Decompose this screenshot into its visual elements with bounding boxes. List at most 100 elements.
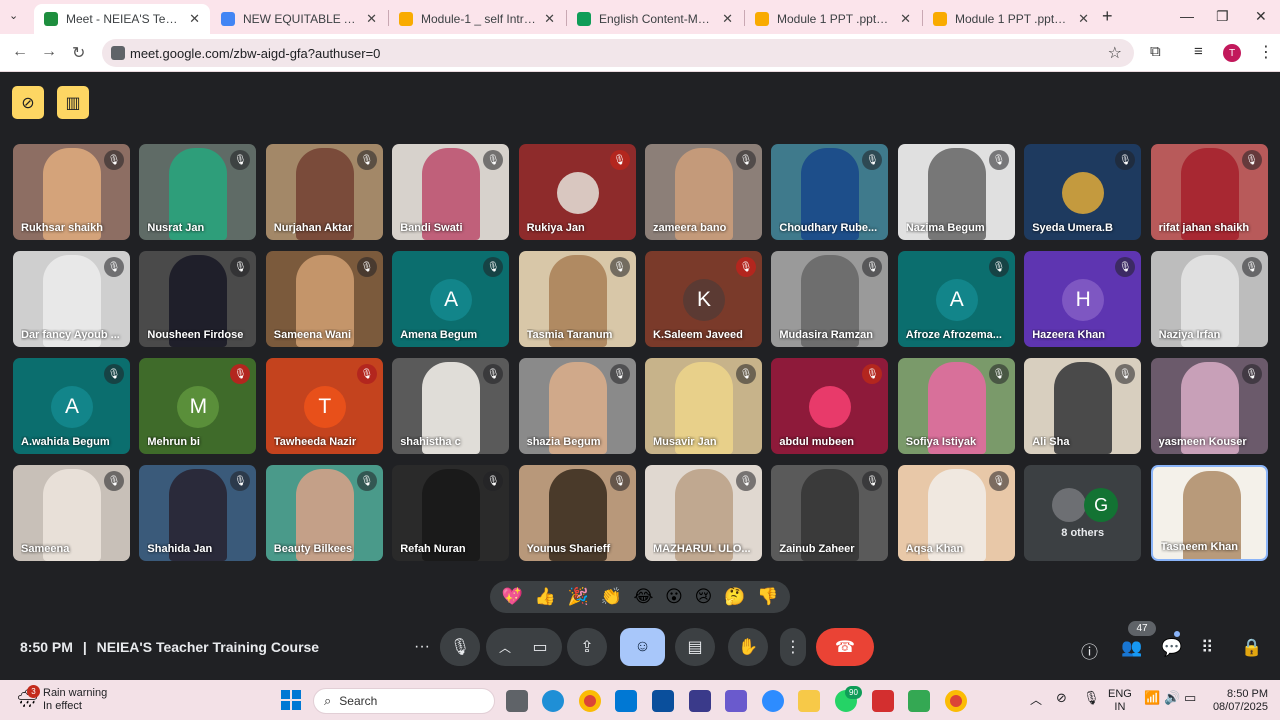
participant-tile[interactable]: 🎙 zameera bano xyxy=(645,144,762,240)
raise-hand-button[interactable]: ✋ xyxy=(728,628,768,666)
participant-tile[interactable]: 🎙 Nusrat Jan xyxy=(139,144,257,240)
edge-icon[interactable] xyxy=(542,690,564,712)
mail-icon[interactable] xyxy=(652,690,674,712)
participant-tile[interactable]: 🎙 Younus Sharieff xyxy=(518,465,636,561)
present-screen-button[interactable]: ⇪ xyxy=(567,628,607,666)
participant-tile[interactable]: H 🎙 Hazeera Khan xyxy=(1024,251,1142,347)
participant-tile[interactable]: 🎙 Rukhsar shaikh xyxy=(13,144,130,240)
chrome-active-icon[interactable] xyxy=(945,690,967,712)
reaction-emoji[interactable]: 🤔 xyxy=(724,587,745,607)
more-options-button[interactable]: ⋮ xyxy=(780,628,806,666)
participant-tile[interactable]: 🎙 Shahida Jan xyxy=(139,465,257,561)
volume-icon[interactable]: 🔊 xyxy=(1164,690,1180,706)
start-windows-icon[interactable] xyxy=(281,690,301,710)
others-tile[interactable]: G 8 others xyxy=(1024,465,1142,561)
participant-tile[interactable]: 🎙 shazia Begum xyxy=(518,358,636,454)
task-view-icon[interactable] xyxy=(506,690,528,712)
browser-tab[interactable]: English Content-MASTER S ✕ xyxy=(567,4,743,34)
participant-tile[interactable]: 🎙 Aqsa Khan xyxy=(897,465,1015,561)
system-clock[interactable]: 8:50 PM 08/07/2025 xyxy=(1208,688,1268,714)
participant-tile[interactable]: 🎙 Ali Sha xyxy=(1024,358,1142,454)
self-video-tile[interactable]: Tasneem Khan xyxy=(1150,465,1268,561)
participant-tile[interactable]: M 🎙 Mehrun bi xyxy=(139,358,257,454)
browser-menu-icon[interactable]: ⋮ xyxy=(1258,42,1274,62)
layout-indicator-button[interactable]: ▥ xyxy=(57,86,89,119)
participant-tile[interactable]: 🎙 rifat jahan shaikh xyxy=(1150,144,1268,240)
participant-tile[interactable]: 🎙 Syeda Umera.B xyxy=(1024,144,1142,240)
site-info-icon[interactable] xyxy=(111,46,125,60)
reaction-emoji[interactable]: 🎉 xyxy=(568,587,589,607)
participant-tile[interactable]: 🎙 yasmeen Kouser xyxy=(1150,358,1268,454)
chrome-icon[interactable] xyxy=(579,690,601,712)
extensions-icon[interactable]: ⧉ xyxy=(1150,43,1161,60)
browser-tab[interactable]: Module 1 PPT .pptx - Goog ✕ xyxy=(745,4,921,34)
mic-tray-icon[interactable]: 🎙 xyxy=(1083,690,1100,706)
battery-icon[interactable]: ▭ xyxy=(1184,690,1196,706)
browser-tab[interactable]: Meet - NEIEA'S Teacher ✕ xyxy=(34,4,210,34)
close-tab-icon[interactable]: ✕ xyxy=(722,11,733,27)
participant-tile[interactable]: T 🎙 Tawheeda Nazir xyxy=(265,358,383,454)
weather-widget[interactable]: Rain warning In effect xyxy=(43,687,107,713)
participant-tile[interactable]: 🎙 Bandi Swati xyxy=(392,144,510,240)
store-icon[interactable] xyxy=(615,690,637,712)
participant-tile[interactable]: A 🎙 A.wahida Begum xyxy=(13,358,130,454)
wifi-icon[interactable]: 📶 xyxy=(1144,690,1160,706)
participant-tile[interactable]: 🎙 MAZHARUL ULO... xyxy=(645,465,762,561)
participant-tile[interactable]: 🎙 Nurjahan Aktar xyxy=(265,144,383,240)
browser-tab[interactable]: Module-1 _ self Introducti ✕ xyxy=(389,4,565,34)
reactions-button[interactable]: ☺ xyxy=(620,628,665,666)
reload-icon[interactable]: ↻ xyxy=(72,43,85,63)
participant-tile[interactable]: 🎙 Naziya Irfan xyxy=(1150,251,1268,347)
new-tab-icon[interactable]: + xyxy=(1102,6,1113,27)
participant-tile[interactable]: K 🎙 K.Saleem Javeed xyxy=(645,251,762,347)
url-field[interactable]: meet.google.com/zbw-aigd-gfa?authuser=0 … xyxy=(102,39,1134,67)
chat-icon[interactable]: 💬 xyxy=(1161,638,1182,658)
camera-button[interactable]: ▭ xyxy=(520,628,560,666)
taskbar-search-box[interactable]: ⌕ Search xyxy=(313,688,495,714)
media-icon[interactable]: ≡ xyxy=(1194,43,1203,60)
camera-off-indicator-button[interactable]: ⊘ xyxy=(12,86,44,119)
reaction-emoji[interactable]: 👎 xyxy=(757,587,778,607)
reaction-emoji[interactable]: 😮 xyxy=(665,587,683,607)
tab-search-icon[interactable]: ⌄ xyxy=(9,9,18,22)
maximize-icon[interactable]: ❐ xyxy=(1216,8,1229,25)
participant-tile[interactable]: 🎙 Musavir Jan xyxy=(645,358,762,454)
app-icon-w[interactable] xyxy=(689,690,711,712)
camera-tray-icon[interactable]: ⊘ xyxy=(1056,690,1067,706)
more-options-left-button[interactable]: ··· xyxy=(406,628,438,666)
microphone-button[interactable]: 🎙 xyxy=(440,628,480,666)
participant-tile[interactable]: 🎙 abdul mubeen xyxy=(771,358,889,454)
people-icon[interactable]: 👥 xyxy=(1121,638,1142,658)
host-controls-icon[interactable]: 🔒 xyxy=(1241,638,1262,658)
participant-tile[interactable]: A 🎙 Amena Begum xyxy=(392,251,510,347)
participant-tile[interactable]: 🎙 Sofiya Istiyak xyxy=(897,358,1015,454)
close-tab-icon[interactable]: ✕ xyxy=(189,11,200,27)
camera-options-chevron-icon[interactable]: ︿ xyxy=(490,628,520,666)
minimize-icon[interactable]: — xyxy=(1180,8,1194,24)
participant-tile[interactable]: 🎙 Sameena Wani xyxy=(265,251,383,347)
language-indicator[interactable]: ENG IN xyxy=(1108,688,1132,714)
participant-tile[interactable]: 🎙 Dar fancy Ayoub ... xyxy=(13,251,130,347)
browser-tab[interactable]: Module 1 PPT .pptx - Goog ✕ xyxy=(923,4,1099,34)
close-tab-icon[interactable]: ✕ xyxy=(544,11,555,27)
back-icon[interactable]: ← xyxy=(12,43,28,61)
participant-tile[interactable]: 🎙 Beauty Bilkees xyxy=(265,465,383,561)
show-hidden-icons-icon[interactable]: ︿ xyxy=(1030,691,1042,708)
participant-tile[interactable]: A 🎙 Afroze Afrozema... xyxy=(897,251,1015,347)
acrobat-icon[interactable] xyxy=(872,690,894,712)
zoom-icon[interactable] xyxy=(762,690,784,712)
reaction-emoji[interactable]: 👍 xyxy=(535,587,556,607)
captions-button[interactable]: ▤ xyxy=(675,628,715,666)
participant-tile[interactable]: 🎙 Zainub Zaheer xyxy=(771,465,889,561)
meeting-details-icon[interactable]: ⓘ xyxy=(1081,638,1098,663)
participant-tile[interactable]: 🎙 Sameena xyxy=(13,465,130,561)
reaction-emoji[interactable]: 👏 xyxy=(601,587,622,607)
copilot-icon[interactable] xyxy=(725,690,747,712)
participant-tile[interactable]: 🎙 Refah Nuran xyxy=(392,465,510,561)
reaction-emoji[interactable]: 💖 xyxy=(502,587,523,607)
participant-tile[interactable]: 🎙 Choudhary Rube... xyxy=(771,144,889,240)
reaction-emoji[interactable]: 😢 xyxy=(695,587,713,607)
participant-tile[interactable]: 🎙 Mudasira Ramzan xyxy=(771,251,889,347)
reaction-emoji[interactable]: 😂 xyxy=(633,587,653,607)
activities-icon[interactable]: ⠿ xyxy=(1201,638,1213,658)
